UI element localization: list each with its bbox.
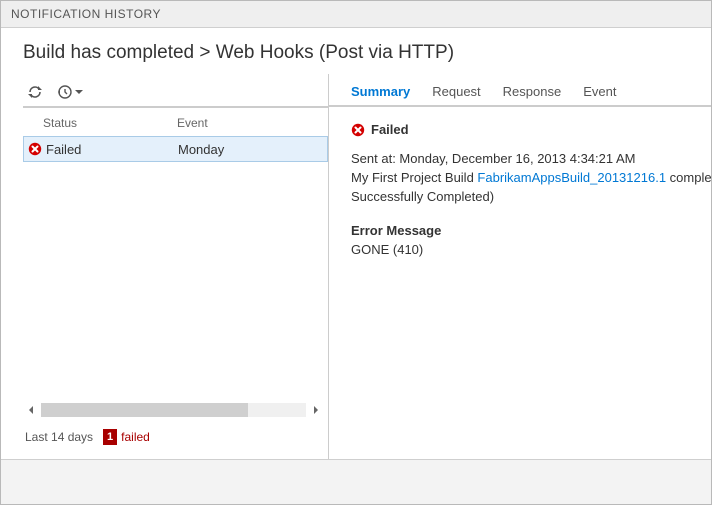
msg-suffix-1: completed (Status: [666, 170, 711, 185]
window-title: NOTIFICATION HISTORY [1, 1, 711, 28]
breadcrumb: Build has completed > Web Hooks (Post vi… [1, 28, 711, 74]
history-dropdown[interactable] [57, 84, 83, 100]
detail-status: Failed [351, 121, 711, 140]
message-line-2: Successfully Completed) [351, 188, 711, 207]
history-list-pane: Status Event Failed Monday [1, 74, 329, 459]
tab-response[interactable]: Response [503, 84, 562, 99]
scroll-left-icon[interactable] [23, 402, 39, 418]
list-toolbar [23, 74, 328, 108]
error-icon [351, 123, 365, 137]
detail-body: Failed Sent at: Monday, December 16, 201… [329, 107, 711, 260]
detail-status-label: Failed [371, 121, 409, 140]
sent-time: Monday, December 16, 2013 4:34:21 AM [399, 151, 635, 166]
error-icon [28, 142, 42, 156]
range-label: Last 14 days [25, 430, 93, 444]
message-line-1: My First Project Build FabrikamAppsBuild… [351, 169, 711, 188]
detail-tabs: Summary Request Response Event [329, 74, 711, 107]
msg-prefix: My First Project Build [351, 170, 477, 185]
scrollbar-thumb[interactable] [41, 403, 248, 417]
refresh-icon[interactable] [27, 84, 43, 100]
column-header-event[interactable]: Event [173, 116, 328, 130]
history-icon [57, 84, 73, 100]
sent-at-line: Sent at: Monday, December 16, 2013 4:34:… [351, 150, 711, 169]
status-cell: Failed [24, 142, 174, 157]
grid-body: Failed Monday [23, 136, 328, 401]
table-row[interactable]: Failed Monday [23, 136, 328, 162]
window-footer [1, 459, 711, 504]
failed-label: failed [121, 430, 150, 444]
error-body: GONE (410) [351, 241, 711, 260]
content-area: Status Event Failed Monday [1, 74, 711, 459]
error-heading: Error Message [351, 222, 711, 241]
grid-header: Status Event [23, 108, 328, 136]
notification-history-window: NOTIFICATION HISTORY Build has completed… [0, 0, 712, 505]
tab-summary[interactable]: Summary [351, 84, 410, 99]
chevron-down-icon [75, 88, 83, 96]
column-header-status[interactable]: Status [23, 116, 173, 130]
failed-count-badge: 1 [103, 429, 117, 445]
scrollbar-track[interactable] [41, 403, 306, 417]
build-link[interactable]: FabrikamAppsBuild_20131216.1 [477, 170, 666, 185]
status-text: Failed [46, 142, 81, 157]
tab-request[interactable]: Request [432, 84, 480, 99]
detail-pane: Summary Request Response Event Failed Se… [329, 74, 711, 459]
horizontal-scrollbar[interactable] [23, 401, 324, 419]
scroll-right-icon[interactable] [308, 402, 324, 418]
event-cell: Monday [174, 142, 327, 157]
list-footer: Last 14 days 1 failed [23, 419, 328, 459]
tab-event[interactable]: Event [583, 84, 616, 99]
failed-summary: 1 failed [103, 429, 150, 445]
sent-prefix: Sent at: [351, 151, 399, 166]
